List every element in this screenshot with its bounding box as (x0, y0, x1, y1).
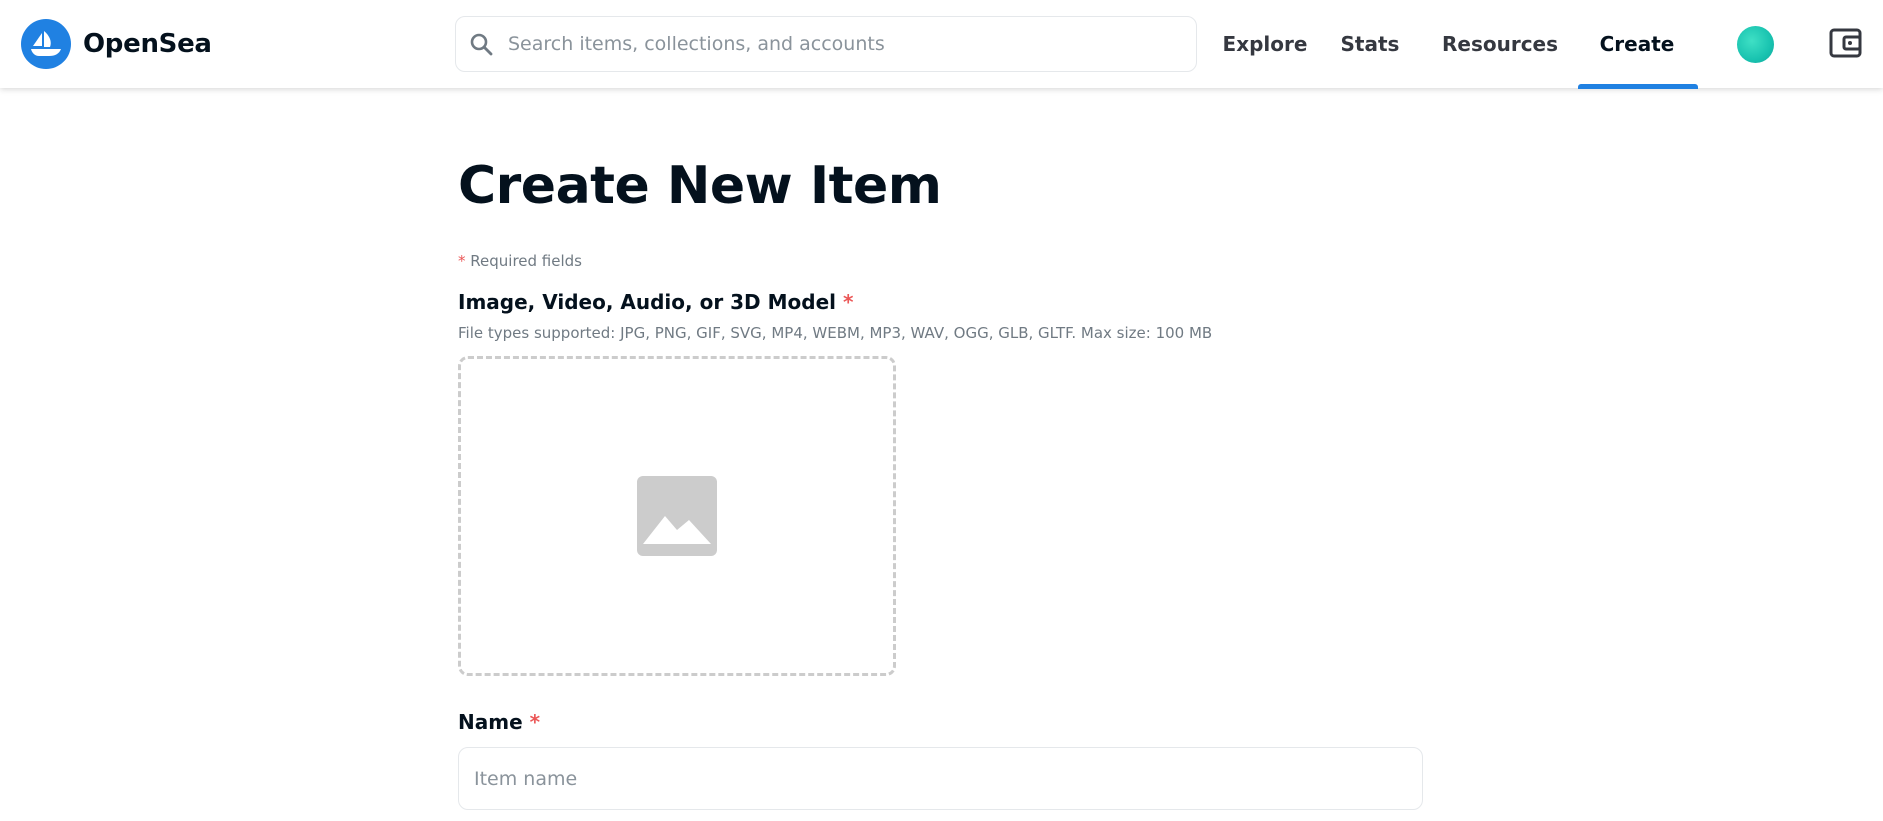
media-field-label: Image, Video, Audio, or 3D Model * (458, 290, 853, 314)
page-title: Create New Item (458, 156, 942, 216)
brand-logo-link[interactable]: OpenSea (21, 19, 212, 69)
file-types-hint: File types supported: JPG, PNG, GIF, SVG… (458, 324, 1213, 342)
avatar[interactable] (1737, 26, 1774, 63)
brand-name: OpenSea (83, 29, 212, 59)
media-upload-dropzone[interactable] (458, 356, 896, 676)
search-input[interactable] (508, 24, 1188, 64)
search-bar (455, 16, 1197, 72)
search-icon (468, 31, 494, 57)
nav-explore[interactable]: Explore (1218, 0, 1312, 88)
nav-stats[interactable]: Stats (1340, 0, 1400, 88)
name-field (458, 747, 1423, 810)
required-asterisk: * (458, 252, 466, 270)
required-asterisk: * (529, 710, 541, 734)
top-navbar: OpenSea Explore Stats Resources Create (0, 0, 1883, 89)
nav-resources[interactable]: Resources (1442, 0, 1558, 88)
required-asterisk: * (842, 290, 854, 314)
media-label-text: Image, Video, Audio, or 3D Model (458, 290, 836, 314)
nav-create[interactable]: Create (1592, 0, 1682, 88)
name-field-label: Name * (458, 710, 540, 734)
item-name-input[interactable] (474, 758, 1404, 799)
required-fields-note: * Required fields (458, 252, 582, 270)
active-tab-indicator (1578, 84, 1698, 89)
opensea-ship-icon (21, 19, 71, 69)
name-label-text: Name (458, 710, 523, 734)
image-placeholder-icon (637, 476, 717, 556)
wallet-icon[interactable] (1829, 26, 1863, 60)
required-fields-text: Required fields (465, 252, 582, 270)
